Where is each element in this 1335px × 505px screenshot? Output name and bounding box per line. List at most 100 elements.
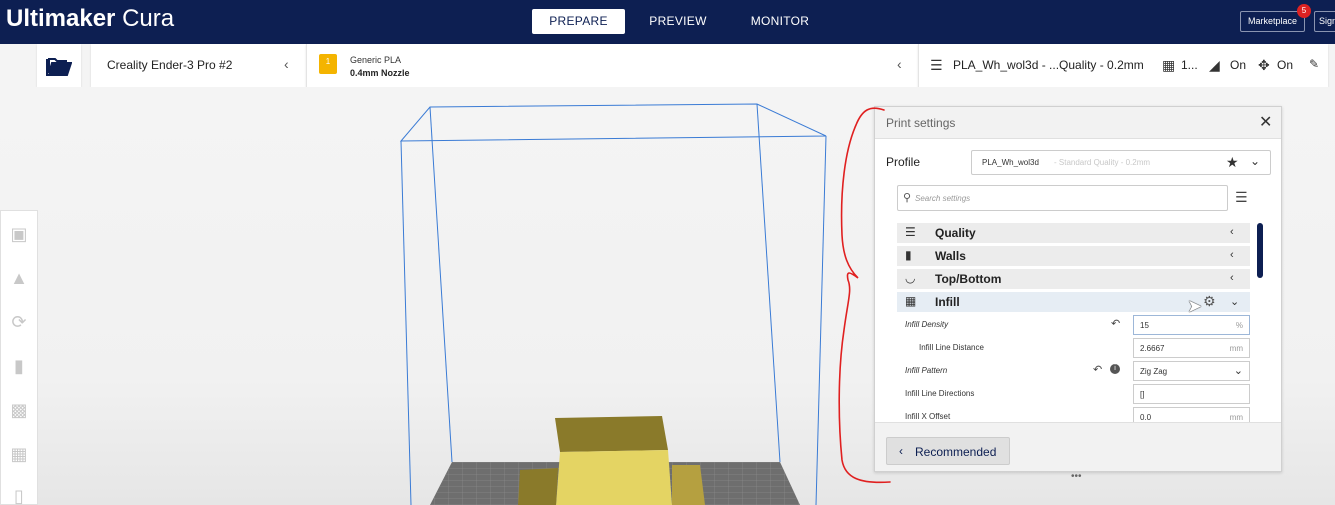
infill-icon: ▦ xyxy=(905,294,917,308)
category-label: Quality xyxy=(935,226,976,240)
reset-icon[interactable]: ↶ xyxy=(1093,363,1102,376)
printer-selector[interactable]: Creality Ender-3 Pro #2 ‹ xyxy=(91,44,306,87)
tab-monitor[interactable]: MONITOR xyxy=(740,9,820,34)
infill-line-directions-field[interactable]: [] xyxy=(1133,384,1250,404)
chevron-left-icon: ‹ xyxy=(1230,226,1234,238)
setting-infill-x-offset: Infill X Offset 0.0 mm xyxy=(897,406,1250,422)
setting-infill-pattern: Infill Pattern ↶ i Zig Zag ⌄ xyxy=(897,360,1250,382)
field-value: 0.0 xyxy=(1140,413,1152,422)
profile-dropdown[interactable]: PLA_Wh_wol3d - Standard Quality - 0.2mm … xyxy=(971,150,1271,175)
profile-quality: - Standard Quality - 0.2mm xyxy=(1054,158,1151,167)
category-walls[interactable]: ▮ Walls ‹ xyxy=(897,246,1250,266)
chevron-left-icon: ‹ xyxy=(899,444,903,458)
category-label: Infill xyxy=(935,295,960,309)
setting-label: Infill Density xyxy=(905,320,949,329)
setting-label: Infill Pattern xyxy=(905,366,948,375)
support-summary: On xyxy=(1230,58,1247,72)
tab-preview[interactable]: PREVIEW xyxy=(638,9,718,34)
category-top-bottom[interactable]: ◡ Top/Bottom ‹ xyxy=(897,269,1250,289)
chevron-down-icon: ⌄ xyxy=(1230,296,1240,308)
folder-icon xyxy=(46,58,72,76)
recommended-button[interactable]: ‹ Recommended xyxy=(886,437,1010,465)
infill-density-field[interactable]: 15 % xyxy=(1133,315,1250,335)
move-tool-icon[interactable]: ▣ xyxy=(6,221,32,247)
chevron-left-icon: ‹ xyxy=(1230,249,1234,261)
app-logo: Ultimaker Cura xyxy=(6,5,175,32)
infill-summary: 1... xyxy=(1181,58,1198,72)
field-unit: % xyxy=(1235,321,1243,330)
rotate-tool-icon[interactable]: ⟳ xyxy=(6,309,32,335)
category-quality[interactable]: ☰ Quality ‹ xyxy=(897,223,1250,243)
top-bar: Ultimaker Cura PREPARE PREVIEW MONITOR M… xyxy=(0,0,1335,44)
panel-title: Print settings xyxy=(886,116,956,130)
mirror-tool-icon[interactable]: ▮ xyxy=(6,353,32,379)
profile-label: Profile xyxy=(886,155,921,169)
chevron-down-icon: ⌄ xyxy=(1233,365,1243,377)
nozzle-size: 0.4mm Nozzle xyxy=(350,68,410,78)
field-value: 15 xyxy=(1140,321,1149,330)
search-input[interactable]: ⚲ Search settings xyxy=(897,185,1228,211)
support-icon: ◢ xyxy=(1209,57,1220,73)
tab-prepare[interactable]: PREPARE xyxy=(532,9,625,34)
infill-icon: ▦ xyxy=(1162,57,1176,73)
sign-in-button[interactable]: Sign in xyxy=(1314,11,1335,32)
category-label: Top/Bottom xyxy=(935,272,1002,286)
field-value: Zig Zag xyxy=(1140,367,1168,376)
panel-footer: ‹ Recommended ••• xyxy=(875,422,1281,482)
walls-icon: ▮ xyxy=(905,248,912,262)
setting-infill-line-directions: Infill Line Directions [] xyxy=(897,383,1250,405)
infill-line-distance-field[interactable]: 2.6667 mm xyxy=(1133,338,1250,358)
profile-name: PLA_Wh_wol3d xyxy=(982,158,1039,167)
quality-icon: ☰ xyxy=(905,225,916,239)
infill-pattern-dropdown[interactable]: Zig Zag ⌄ xyxy=(1133,361,1250,381)
quality-icon: ☰ xyxy=(930,57,943,73)
setting-label: Infill Line Distance xyxy=(919,343,984,352)
printer-name: Creality Ender-3 Pro #2 xyxy=(107,58,233,72)
settings-scrollbar[interactable] xyxy=(1257,223,1263,278)
field-unit: mm xyxy=(1229,413,1243,422)
chevron-left-icon: ‹ xyxy=(1230,272,1234,284)
search-icon: ⚲ xyxy=(903,192,912,204)
setting-label: Infill Line Directions xyxy=(905,389,975,398)
marketplace-badge: 5 xyxy=(1297,4,1311,18)
info-icon[interactable]: i xyxy=(1110,364,1120,374)
hamburger-menu-icon[interactable]: ☰ xyxy=(1235,189,1248,206)
field-value: 2.6667 xyxy=(1140,344,1165,353)
per-model-settings-icon[interactable]: ▩ xyxy=(6,397,32,423)
cylinder-icon[interactable]: ▯ xyxy=(6,483,32,505)
resize-handle-icon[interactable]: ••• xyxy=(1071,471,1082,482)
print-settings-panel: Print settings ✕ Profile PLA_Wh_wol3d - … xyxy=(874,106,1282,482)
category-infill[interactable]: ▦ Infill ⚙ ⌄ ➤ xyxy=(897,292,1250,316)
material-selector[interactable]: 1 Generic PLA 0.4mm Nozzle ‹ xyxy=(306,44,918,87)
support-blocker-icon[interactable]: ▦ xyxy=(6,441,32,467)
recommended-label: Recommended xyxy=(915,445,997,459)
adhesion-icon: ✥ xyxy=(1258,57,1270,73)
chevron-down-icon: ⌄ xyxy=(1250,154,1261,168)
profile-summary: PLA_Wh_wol3d - ...Quality - 0.2mm xyxy=(953,58,1144,72)
marketplace-button[interactable]: Marketplace xyxy=(1240,11,1305,32)
star-icon[interactable]: ★ xyxy=(1226,154,1239,171)
adhesion-summary: On xyxy=(1277,58,1294,72)
chevron-left-icon: ‹ xyxy=(897,56,902,72)
gear-icon[interactable]: ⚙ xyxy=(1203,293,1216,310)
category-label: Walls xyxy=(935,249,966,263)
search-placeholder: Search settings xyxy=(915,194,971,203)
field-unit: mm xyxy=(1229,344,1243,353)
close-icon[interactable]: ✕ xyxy=(1259,112,1272,132)
setting-infill-line-distance: Infill Line Distance 2.6667 mm xyxy=(897,337,1250,359)
extruder-badge: 1 xyxy=(319,54,337,74)
setting-label: Infill X Offset xyxy=(905,412,951,421)
setting-infill-density: Infill Density ↶ 15 % xyxy=(897,314,1250,336)
pencil-icon: ✎ xyxy=(1309,57,1320,71)
reset-icon[interactable]: ↶ xyxy=(1111,317,1120,330)
chevron-left-icon: ‹ xyxy=(284,56,289,72)
panel-header: Print settings ✕ xyxy=(875,107,1281,139)
tool-strip: ▣ ▲ ⟳ ▮ ▩ ▦ ▯ xyxy=(0,210,38,505)
top-bottom-icon: ◡ xyxy=(905,271,916,285)
open-file-button[interactable] xyxy=(37,44,81,87)
field-value: [] xyxy=(1140,390,1145,399)
scale-tool-icon[interactable]: ▲ xyxy=(6,265,32,291)
infill-x-offset-field[interactable]: 0.0 mm xyxy=(1133,407,1250,422)
print-settings-summary[interactable]: ☰ PLA_Wh_wol3d - ...Quality - 0.2mm ▦ 1.… xyxy=(918,44,1328,87)
material-name: Generic PLA xyxy=(350,55,402,65)
